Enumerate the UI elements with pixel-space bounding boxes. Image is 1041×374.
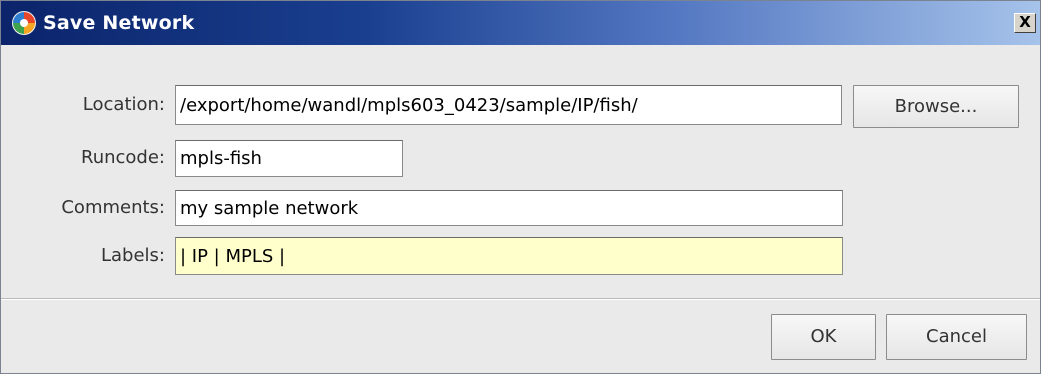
comments-field[interactable] <box>175 190 843 226</box>
save-network-dialog: Save Network X Location: Browse... Runco… <box>0 0 1041 374</box>
ok-button[interactable]: OK <box>771 314 876 360</box>
location-field[interactable] <box>175 85 842 125</box>
location-label: Location: <box>82 94 165 115</box>
runcode-label: Runcode: <box>81 147 165 168</box>
cancel-button[interactable]: Cancel <box>886 314 1027 360</box>
labels-label: Labels: <box>100 245 165 266</box>
browse-button[interactable]: Browse... <box>853 85 1019 128</box>
comments-label: Comments: <box>61 197 165 218</box>
form-panel: Location: Browse... Runcode: Comments: L… <box>1 45 1040 295</box>
button-bar: OK Cancel <box>1 300 1040 373</box>
title-bar[interactable]: Save Network X <box>1 1 1040 45</box>
close-button[interactable]: X <box>1014 13 1036 33</box>
labels-field[interactable] <box>175 237 843 275</box>
dialog-title: Save Network <box>43 12 195 34</box>
app-logo-icon <box>12 11 36 35</box>
runcode-field[interactable] <box>175 140 403 177</box>
